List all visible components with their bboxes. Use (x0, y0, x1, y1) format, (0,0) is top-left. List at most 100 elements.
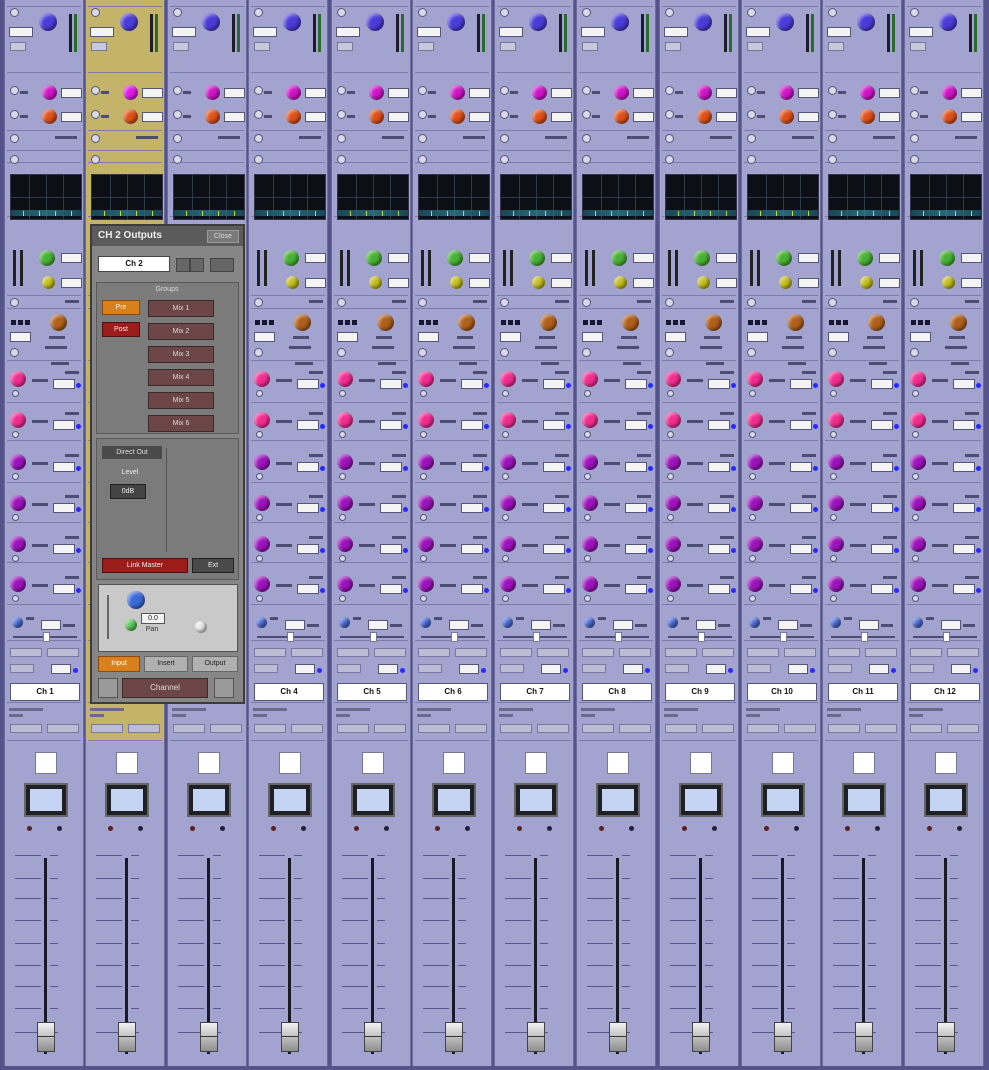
insert-toggle[interactable] (582, 134, 591, 143)
aux-on-led[interactable] (76, 548, 81, 553)
lpf-knob[interactable] (369, 109, 384, 124)
mute-led[interactable] (138, 826, 143, 831)
aux-pre-toggle[interactable] (912, 514, 919, 521)
pan-knob[interactable] (256, 617, 267, 628)
assign-led[interactable] (891, 668, 896, 673)
hpf-toggle[interactable] (173, 86, 182, 95)
aux-send-knob[interactable] (10, 371, 26, 387)
aux-send-knob[interactable] (747, 576, 763, 592)
pan-slider-handle[interactable] (287, 632, 294, 642)
route-button[interactable] (910, 648, 942, 657)
gate-range-knob[interactable] (860, 276, 873, 289)
aux-pre-toggle[interactable] (502, 514, 509, 521)
hpf-toggle[interactable] (747, 86, 756, 95)
input-source-button[interactable] (173, 42, 189, 51)
aux-pre-toggle[interactable] (667, 390, 674, 397)
aux-on-led[interactable] (566, 383, 571, 388)
fader-cap[interactable] (609, 1022, 627, 1052)
lpf-knob[interactable] (779, 109, 794, 124)
gate-range-knob[interactable] (942, 276, 955, 289)
aux-pre-toggle[interactable] (667, 595, 674, 602)
lpf-value[interactable] (716, 112, 737, 122)
gate-range-value[interactable] (551, 278, 572, 288)
lpf-toggle[interactable] (747, 110, 756, 119)
aux-pre-toggle[interactable] (912, 390, 919, 397)
aux-send-knob[interactable] (500, 576, 516, 592)
lpf-toggle[interactable] (910, 110, 919, 119)
bus-assign-button[interactable]: Mix 5 (148, 392, 214, 409)
aux-on-led[interactable] (403, 548, 408, 553)
gain-knob[interactable] (39, 13, 57, 31)
aux-send-knob[interactable] (665, 454, 681, 470)
lpf-knob[interactable] (123, 109, 138, 124)
aux-pre-toggle[interactable] (584, 555, 591, 562)
aux-send-value[interactable] (790, 503, 812, 513)
aux-pre-toggle[interactable] (749, 514, 756, 521)
gain-knob[interactable] (366, 13, 384, 31)
pan-value[interactable] (696, 620, 716, 630)
insert-toggle[interactable] (910, 134, 919, 143)
gate-threshold-knob[interactable] (447, 250, 463, 266)
popup-width-knob[interactable] (125, 619, 137, 631)
aux-send-value[interactable] (871, 420, 893, 430)
aux-pre-toggle[interactable] (339, 595, 346, 602)
aux-pre-toggle[interactable] (502, 390, 509, 397)
aux-pre-toggle[interactable] (420, 555, 427, 562)
comp-knob[interactable] (458, 314, 475, 331)
aux-send-knob[interactable] (828, 371, 844, 387)
aux-on-led[interactable] (894, 424, 899, 429)
eq-toggle[interactable] (910, 155, 919, 164)
gate-threshold-knob[interactable] (39, 250, 55, 266)
pan-value[interactable] (778, 620, 798, 630)
select-button[interactable] (525, 752, 547, 774)
aux-on-led[interactable] (566, 548, 571, 553)
aux-send-knob[interactable] (254, 371, 270, 387)
eq-graph[interactable] (254, 174, 326, 220)
aux-send-value[interactable] (871, 462, 893, 472)
gate-threshold-knob[interactable] (529, 250, 545, 266)
aux-on-led[interactable] (566, 424, 571, 429)
eq-toggle[interactable] (10, 155, 19, 164)
lpf-toggle[interactable] (91, 110, 100, 119)
assign-button[interactable] (828, 664, 852, 673)
mute-led[interactable] (957, 826, 962, 831)
hpf-value[interactable] (224, 88, 245, 98)
aux-on-led[interactable] (403, 507, 408, 512)
gain-knob[interactable] (939, 13, 957, 31)
gain-value[interactable] (172, 27, 196, 37)
gate-threshold-knob[interactable] (283, 250, 299, 266)
lpf-knob[interactable] (450, 109, 465, 124)
pan-knob[interactable] (667, 617, 678, 628)
gate-toggle[interactable] (747, 298, 756, 307)
mute-group-button[interactable] (865, 724, 897, 733)
comp-toggle[interactable] (747, 348, 756, 357)
hpf-toggle[interactable] (665, 86, 674, 95)
aux-send-knob[interactable] (910, 371, 926, 387)
aux-send-value[interactable] (953, 584, 975, 594)
hpf-value[interactable] (142, 88, 163, 98)
solo-led[interactable] (764, 826, 769, 831)
route-button[interactable] (455, 648, 487, 657)
aux-pre-toggle[interactable] (339, 555, 346, 562)
comp-knob[interactable] (377, 314, 394, 331)
assign-led[interactable] (563, 668, 568, 673)
aux-send-knob[interactable] (747, 495, 763, 511)
solo-led[interactable] (108, 826, 113, 831)
input-source-button[interactable] (91, 42, 107, 51)
gate-range-knob[interactable] (779, 276, 792, 289)
direct-out-button[interactable]: Direct Out (102, 446, 162, 459)
pan-knob[interactable] (830, 617, 841, 628)
aux-on-led[interactable] (976, 383, 981, 388)
lpf-value[interactable] (142, 112, 163, 122)
aux-send-knob[interactable] (582, 576, 598, 592)
gain-value[interactable] (664, 27, 688, 37)
hpf-value[interactable] (305, 88, 326, 98)
mute-led[interactable] (301, 826, 306, 831)
aux-on-led[interactable] (403, 383, 408, 388)
aux-send-value[interactable] (543, 420, 565, 430)
pan-knob[interactable] (749, 617, 760, 628)
aux-send-value[interactable] (625, 420, 647, 430)
assign-led[interactable] (481, 668, 486, 673)
aux-send-knob[interactable] (665, 371, 681, 387)
comp-threshold-value[interactable] (910, 332, 931, 342)
